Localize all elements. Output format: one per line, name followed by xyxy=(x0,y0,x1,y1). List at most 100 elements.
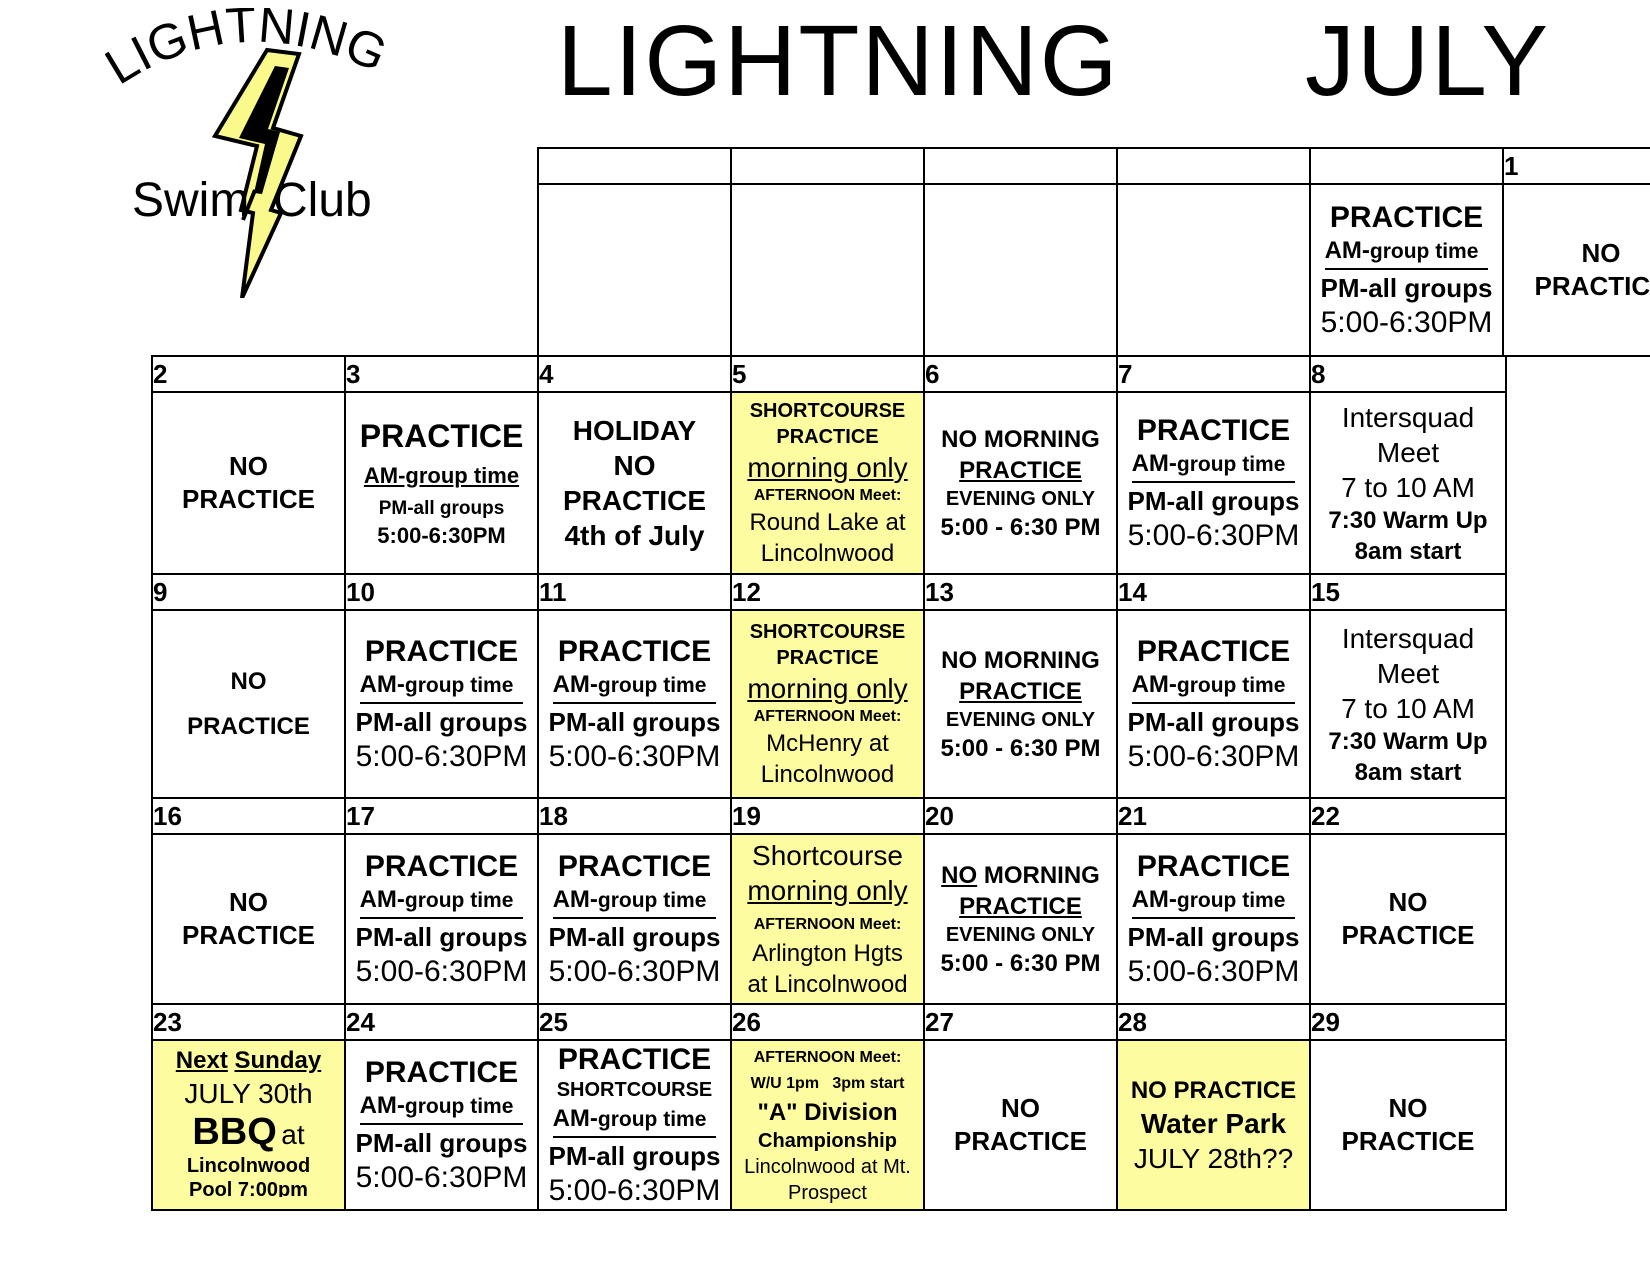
day-cell-evening-only: NO MORNING PRACTICE EVENING ONLY 5:00 - … xyxy=(923,391,1118,575)
day-number: 23 xyxy=(151,1003,346,1041)
cell-text: AM- xyxy=(1131,450,1177,477)
cell-text: group time xyxy=(597,1108,707,1131)
day-cell-practice: PRACTICE AM-group time PM-all groups 5:0… xyxy=(537,609,732,799)
day-number: 2 xyxy=(151,355,346,393)
cell-text: group time xyxy=(404,889,514,912)
cell-text: PM-all groups xyxy=(355,707,528,737)
cell-text: PM-all groups xyxy=(378,497,505,519)
day-cell-bbq-announcement: Next Sunday JULY 30th BBQ at Lincolnwood… xyxy=(151,1039,346,1211)
day-number: 17 xyxy=(344,797,539,835)
day-number: 20 xyxy=(923,797,1118,835)
cell-text: 5:00-6:30PM xyxy=(1127,740,1300,773)
cell-text: PRACTICE xyxy=(959,892,1082,920)
day-number: 14 xyxy=(1116,573,1311,611)
cell-text: Lincolnwood xyxy=(760,539,895,567)
cell-text: AM- xyxy=(359,886,405,913)
cell-text: PRACTICE xyxy=(557,1043,712,1076)
am-group-line: AM-group time xyxy=(359,1090,524,1125)
am-group-line: AM-group time xyxy=(552,1103,717,1138)
cell-text: EVENING ONLY xyxy=(945,923,1096,946)
day-number xyxy=(1116,147,1311,185)
cell-text: 5:00-6:30PM xyxy=(548,740,721,773)
cell-text: PM-all groups xyxy=(548,922,721,952)
cell-text: Intersquad xyxy=(1341,401,1475,433)
cell-text: at Lincolnwood xyxy=(747,971,908,998)
cell-text: JULY 28th?? xyxy=(1133,1142,1294,1174)
cell-text: 5:00-6:30PM xyxy=(355,740,528,773)
cell-text: at xyxy=(281,1119,305,1150)
day-cell-practice: PRACTICE AM-group time PM-all groups 5:0… xyxy=(1309,183,1504,357)
day-number: 25 xyxy=(537,1003,732,1041)
logo-club-text: Club xyxy=(273,174,372,227)
day-cell-shortcourse-meet: SHORTCOURSE PRACTICE morning only AFTERN… xyxy=(730,609,925,799)
cell-text: BBQ xyxy=(192,1111,277,1153)
cell-text: NO MORNING xyxy=(941,425,1100,453)
am-group-line: AM-group time xyxy=(1131,448,1296,483)
cell-text: NO xyxy=(1388,887,1428,917)
day-number: 28 xyxy=(1116,1003,1311,1041)
cell-text: PRACTICE xyxy=(1136,850,1291,883)
cell-text: NO xyxy=(1388,1093,1428,1123)
cell-text: 5:00 - 6:30 PM xyxy=(940,734,1101,762)
day-number: 7 xyxy=(1116,355,1311,393)
cell-text: 5:00-6:30PM xyxy=(548,1174,721,1207)
day-cell-practice: PRACTICE AM-group time PM-all groups 5:0… xyxy=(344,833,539,1005)
cell-text: NO xyxy=(229,451,268,481)
day-number: 8 xyxy=(1309,355,1507,393)
day-number: 5 xyxy=(730,355,925,393)
cell-text: NO xyxy=(230,668,267,695)
cell-text: Sunday xyxy=(234,1047,322,1074)
cell-text: PRACTICE xyxy=(1341,1126,1475,1156)
cell-text: 5:00-6:30PM xyxy=(377,522,506,548)
cell-text: Lincolnwood xyxy=(186,1155,311,1177)
day-number: 18 xyxy=(537,797,732,835)
cell-text: SHORTCOURSE xyxy=(749,620,906,643)
am-group-line: AM-group time xyxy=(1324,235,1489,270)
cell-text: PRACTICE xyxy=(776,425,879,448)
cell-text: AM- xyxy=(1131,671,1177,698)
cell-text: SHORTCOURSE xyxy=(556,1079,713,1101)
day-cell-practice: PRACTICE AM-group time PM-all groups 5:0… xyxy=(1116,609,1311,799)
cell-text: PRACTICE xyxy=(1136,635,1291,668)
cell-text: group time xyxy=(597,674,707,697)
cell-text: 5:00-6:30PM xyxy=(355,1161,528,1194)
day-cell-shortcourse-meet: SHORTCOURSE PRACTICE morning only AFTERN… xyxy=(730,391,925,575)
day-number: 27 xyxy=(923,1003,1118,1041)
cell-text: AM-group time xyxy=(363,462,520,488)
day-number: 16 xyxy=(151,797,346,835)
cell-text: group time xyxy=(1369,240,1479,263)
day-cell-evening-only: NO MORNING PRACTICE EVENING ONLY 5:00 - … xyxy=(923,609,1118,799)
cell-text: PRACTICE xyxy=(954,1126,1087,1156)
cell-text: W/U 1pm 3pm start xyxy=(750,1074,905,1092)
cell-text: 4th of July xyxy=(564,520,705,551)
day-cell-intersquad-meet: Intersquad Meet 7 to 10 AM 7:30 Warm Up … xyxy=(1309,609,1507,799)
am-group-line: AM-group time xyxy=(1131,669,1296,704)
cell-text: PRACTICE xyxy=(364,850,519,883)
cell-text: PRACTICE xyxy=(776,646,879,669)
cell-text: 5:00-6:30PM xyxy=(548,955,721,988)
cell-text: PRACTICE xyxy=(959,456,1082,484)
cell-text: group time xyxy=(597,889,707,912)
day-cell-championship-meet: AFTERNOON Meet: W/U 1pm 3pm start "A" Di… xyxy=(730,1039,925,1211)
cell-text: PM-all groups xyxy=(548,707,721,737)
cell-text: group time xyxy=(404,1095,514,1118)
logo-swim-text: Swim xyxy=(132,174,249,227)
cell-text: AFTERNOON Meet: xyxy=(753,486,902,504)
day-number xyxy=(730,147,925,185)
cell-text: NO MORNING xyxy=(941,646,1100,674)
cell-text: AFTERNOON Meet: xyxy=(753,916,902,933)
day-cell-practice: PRACTICE AM-group time PM-all groups 5:0… xyxy=(344,391,539,575)
cell-text: EVENING ONLY xyxy=(945,708,1096,731)
swim-club-logo: LIGHTNING Swim Club xyxy=(96,0,405,299)
cell-text: NO xyxy=(613,450,656,481)
day-number: 11 xyxy=(537,573,732,611)
day-number: 22 xyxy=(1309,797,1507,835)
am-group-line: AM-group time xyxy=(1131,884,1296,919)
title-lightning: LIGHTNING xyxy=(557,5,1120,117)
day-cell-no-practice: NO PRACTICE xyxy=(151,391,346,575)
am-group-line: AM-group time xyxy=(359,669,524,704)
cell-text: Lincolnwood at Mt. xyxy=(744,1155,911,1178)
day-cell-no-practice: NO PRACTICE xyxy=(1309,1039,1507,1211)
cell-text: PRACTICE xyxy=(959,677,1082,705)
calendar-main: 2 3 4 5 6 7 8 NO PRACTICE PRACTICE AM-gr… xyxy=(151,355,1507,1211)
